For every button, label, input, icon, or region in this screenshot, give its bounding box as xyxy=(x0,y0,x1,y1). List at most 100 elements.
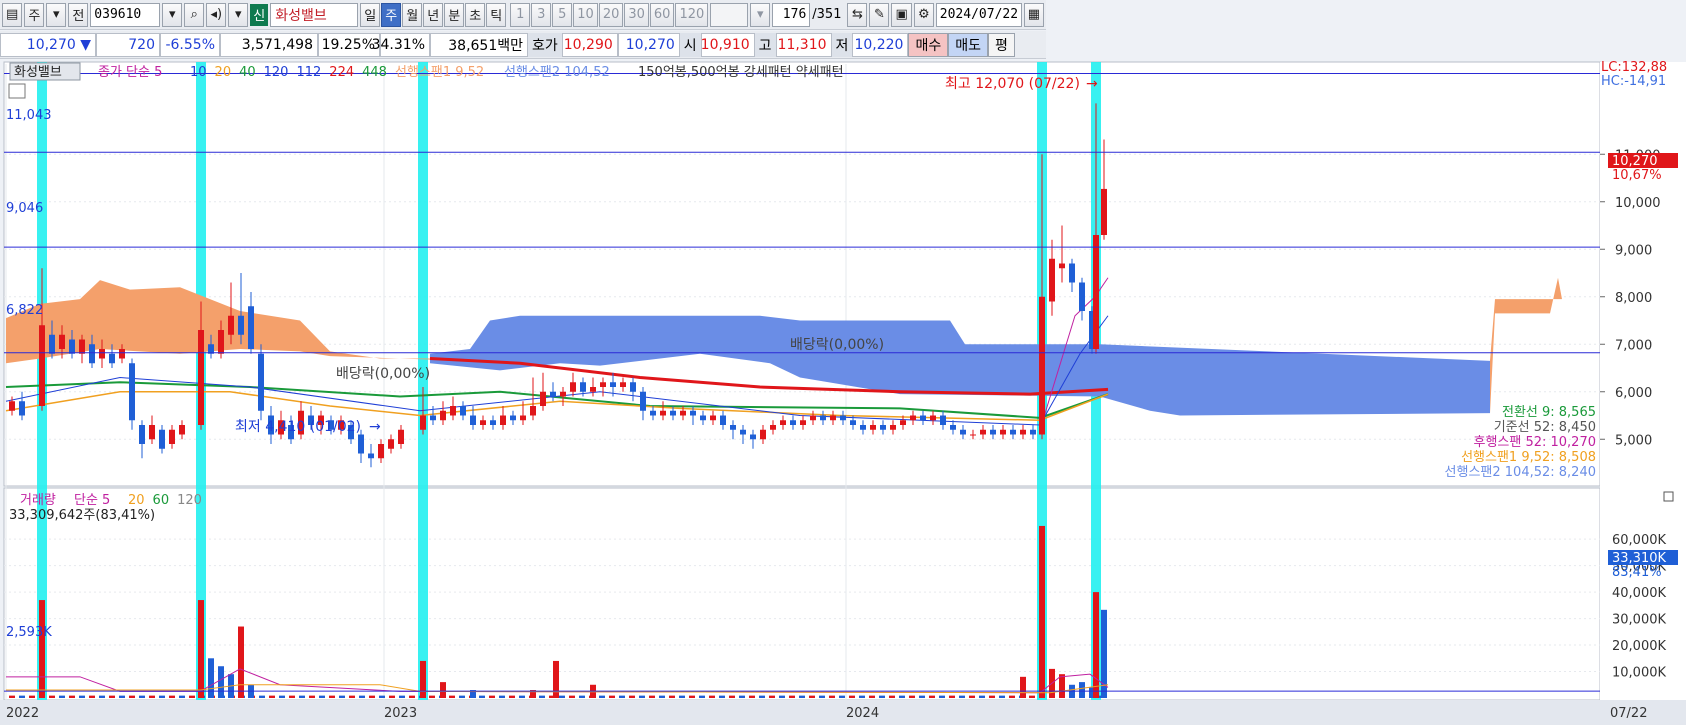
close-icon[interactable] xyxy=(1663,491,1674,502)
candle-body xyxy=(930,415,936,421)
period-tab-3[interactable]: 년 xyxy=(423,2,444,27)
speaker-icon[interactable]: ◂) xyxy=(206,2,227,27)
draw-icon[interactable]: ✎ xyxy=(869,2,890,27)
candle-body xyxy=(470,415,476,425)
period-tab-4[interactable]: 분 xyxy=(444,2,465,27)
volume-bar-small xyxy=(259,695,265,698)
interval-button-0[interactable]: 1 xyxy=(510,2,531,27)
code-value: 039610 xyxy=(94,7,142,22)
prev-button[interactable]: 전 xyxy=(68,2,89,27)
period-tab-0[interactable]: 일 xyxy=(360,2,381,27)
candle-body xyxy=(580,382,586,392)
volume-bar-small xyxy=(1009,695,1015,698)
period-tab-2[interactable]: 월 xyxy=(402,2,423,27)
volume-bar-small xyxy=(939,695,945,698)
interval-button-7[interactable]: 120 xyxy=(675,2,709,27)
save-icon[interactable]: ▣ xyxy=(891,2,912,27)
interval-dropdown-icon[interactable]: ▾ xyxy=(750,2,771,27)
candle-body xyxy=(880,425,886,430)
chart-area[interactable]: 11,00010,0009,0008,0007,0006,0005,00060,… xyxy=(0,60,1686,725)
table-icon[interactable] xyxy=(8,83,26,99)
volume-bar-small xyxy=(379,695,385,698)
search-icon[interactable]: ⌕ xyxy=(184,2,205,27)
chart-menu-icon[interactable]: ▤ xyxy=(2,2,23,27)
date-value: 2024/07/22 xyxy=(939,7,1019,22)
interval-input[interactable] xyxy=(710,2,749,27)
period-tab-6[interactable]: 틱 xyxy=(486,2,507,27)
period-tab-1[interactable]: 주 xyxy=(381,2,402,27)
interval-label: 30 xyxy=(628,7,645,22)
interval-label: 20 xyxy=(602,7,620,22)
interval-button-5[interactable]: 30 xyxy=(624,2,649,27)
candle-body xyxy=(780,420,786,425)
volume-bar xyxy=(198,600,204,698)
volume-bar-small xyxy=(129,695,135,698)
volume-bar-small xyxy=(829,695,835,698)
interval-button-4[interactable]: 20 xyxy=(598,2,624,27)
date-input[interactable]: 2024/07/22 xyxy=(935,2,1022,27)
volume-bar-small xyxy=(819,695,825,698)
buy-button[interactable]: 매수 xyxy=(908,32,949,57)
legend-stock: 화성밸브 xyxy=(14,65,62,80)
code-input[interactable]: 039610 xyxy=(90,2,161,27)
candle-body xyxy=(540,391,546,406)
volume-bar-small xyxy=(879,695,885,698)
candle-body xyxy=(149,425,155,440)
sell-button[interactable]: 매도 xyxy=(948,32,988,57)
quote-bar: 10,270 ▼ 720 -6.55% 3,571,498 19.25% 34.… xyxy=(0,31,1046,59)
candle-body xyxy=(960,429,966,435)
interval-button-3[interactable]: 10 xyxy=(573,2,598,27)
candle-body xyxy=(1093,235,1099,349)
high-label-text: 고 xyxy=(758,37,772,54)
gear-icon[interactable]: ⚙ xyxy=(913,2,934,27)
high-label: 고 xyxy=(754,32,776,57)
volume-bar-small xyxy=(49,695,55,698)
candle-body xyxy=(950,425,956,430)
stock-name-field[interactable]: 화성밸브 xyxy=(270,2,359,27)
code-dropdown-icon[interactable]: ▾ xyxy=(162,2,183,27)
volume-bar-small xyxy=(629,695,635,698)
price-tick-label: 7,000 xyxy=(1615,338,1652,353)
volume-bar-small xyxy=(389,695,395,698)
candle-body xyxy=(218,330,224,354)
eval-button[interactable]: 평 xyxy=(987,32,1015,57)
top-toolbar: ▤ 주 ▾ 전 039610 ▾ ⌕ ◂) ▾ 신 화성밸브 일주월년분초틱 1… xyxy=(0,0,1046,30)
price-chart[interactable]: 11,00010,0009,0008,0007,0006,0005,00060,… xyxy=(0,60,1686,725)
view-toggle[interactable]: 주 xyxy=(24,2,45,27)
period-tab-5[interactable]: 초 xyxy=(465,2,486,27)
candle-body xyxy=(89,344,95,364)
volume-bar-small xyxy=(69,695,75,698)
volume-bar xyxy=(420,660,426,698)
ichimoku-label: 선행스팬1 9,52: 8,508 xyxy=(1461,449,1596,465)
dropdown-icon[interactable]: ▾ xyxy=(46,2,67,27)
candle-body xyxy=(9,401,15,411)
compare-icon[interactable]: ⇆ xyxy=(847,2,868,27)
candle-body xyxy=(750,434,756,440)
candle-body xyxy=(1030,429,1036,435)
interval-button-6[interactable]: 60 xyxy=(649,2,675,27)
volume-bar-small xyxy=(709,695,715,698)
eval-label: 평 xyxy=(994,37,1008,54)
count-input[interactable]: 176 xyxy=(772,2,811,27)
candle-body xyxy=(620,382,626,387)
low-field: 10,220 xyxy=(852,32,909,57)
sell-label: 매도 xyxy=(955,37,981,54)
open-price: 10,910 xyxy=(700,36,750,53)
legend-volume: 거래량 xyxy=(20,493,56,508)
candle-body xyxy=(79,339,85,354)
volume-bar xyxy=(238,626,244,698)
dropdown-icon-2[interactable]: ▾ xyxy=(228,2,249,27)
interval-button-2[interactable]: 5 xyxy=(552,2,573,27)
year-label: 2022 xyxy=(6,706,39,721)
price-field: 10,270 ▼ xyxy=(0,32,96,57)
calendar-icon[interactable]: ▦ xyxy=(1023,2,1045,27)
legend-span2: 선행스팬2 104,52 xyxy=(504,64,610,80)
volume-bar-small xyxy=(269,695,275,698)
volume-bar-small xyxy=(719,695,725,698)
volume-bar xyxy=(553,660,559,698)
period-tabs: 일주월년분초틱 xyxy=(360,2,507,27)
period-label: 일 xyxy=(364,9,377,24)
interval-button-1[interactable]: 3 xyxy=(531,2,552,27)
candle-body xyxy=(630,382,636,392)
price-tick-label: 10,000 xyxy=(1615,196,1661,211)
